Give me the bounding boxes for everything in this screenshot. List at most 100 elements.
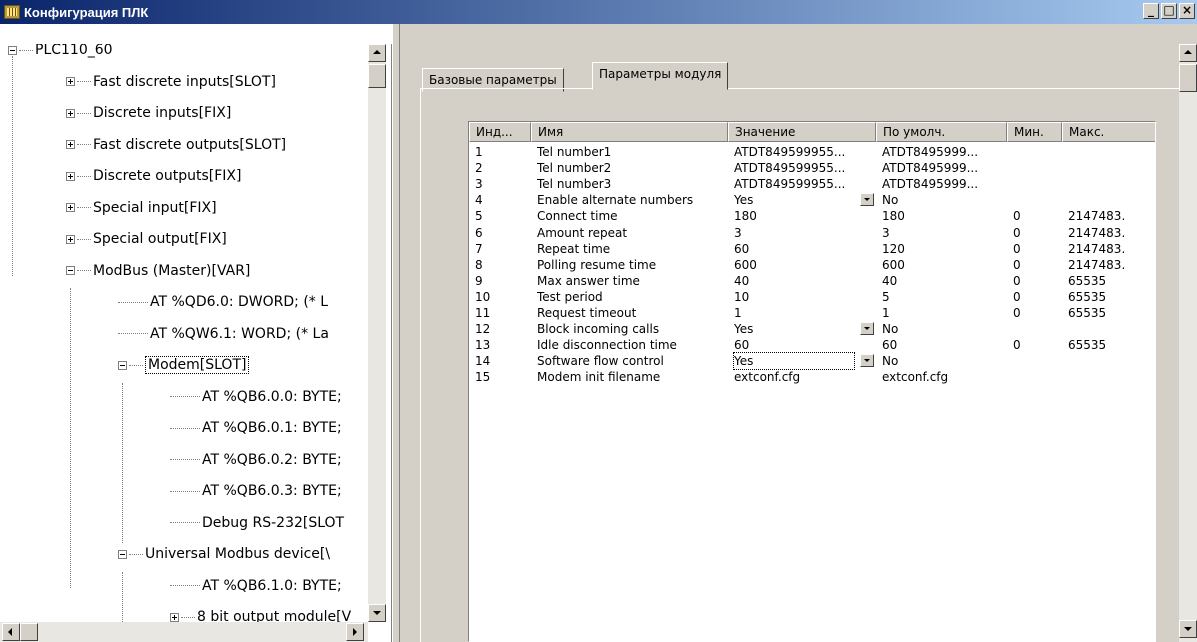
value-cell[interactable]: Yes (734, 321, 874, 337)
tree-node[interactable]: Discrete outputs[FIX] (66, 166, 241, 186)
tree-node[interactable]: AT %QB6.0.2: BYTE; (170, 450, 342, 470)
table-row[interactable]: 2 Tel number2 ATDT849599955... ATDT8495999.… (469, 160, 1155, 176)
column-name-header[interactable]: Имя (531, 122, 728, 142)
pane-splitter[interactable] (392, 24, 400, 642)
pane-scroll-thumb[interactable] (1179, 64, 1197, 92)
tree-node[interactable]: Universal Modbus device[\ (118, 544, 330, 564)
table-row[interactable]: 10 Test period 10 5 0 65535 (469, 289, 1155, 305)
tree-scroll-right-button[interactable] (346, 623, 364, 641)
expand-icon[interactable] (66, 77, 75, 86)
value-cell[interactable]: ATDT849599955... (734, 144, 874, 160)
column-max-header[interactable]: Макс. (1062, 122, 1155, 142)
tree-hscroll-thumb[interactable] (20, 623, 38, 641)
name-cell: Tel number2 (537, 161, 612, 176)
title-bar[interactable]: Конфигурация ПЛК _ □ × (0, 0, 1197, 24)
dropdown-arrow-icon[interactable] (860, 322, 874, 336)
table-row[interactable]: 3 Tel number3 ATDT849599955... ATDT8495999.… (469, 176, 1155, 192)
table-row[interactable]: 1 Tel number1 ATDT849599955... ATDT8495999.… (469, 144, 1155, 160)
default-cell: 180 (882, 209, 905, 224)
value-cell[interactable]: 1 (734, 305, 874, 321)
table-row[interactable]: 12 Block incoming calls Yes No (469, 321, 1155, 337)
window-title: Конфигурация ПЛК (24, 4, 149, 20)
tree-node[interactable]: Fast discrete outputs[SLOT] (66, 135, 286, 155)
value-cell[interactable]: 60 (734, 337, 874, 353)
collapse-icon[interactable] (8, 45, 17, 55)
expand-icon[interactable] (66, 203, 75, 212)
table-row[interactable]: 11 Request timeout 1 1 0 65535 (469, 305, 1155, 321)
pane-vertical-scrollbar[interactable] (1179, 44, 1197, 642)
collapse-icon[interactable] (66, 266, 75, 275)
column-min-header[interactable]: Мин. (1007, 122, 1062, 142)
tree-node[interactable]: Fast discrete inputs[SLOT] (66, 72, 276, 92)
table-row[interactable]: 9 Max answer time 40 40 0 65535 (469, 273, 1155, 289)
tree-node[interactable]: AT %QW6.1: WORD; (* La (118, 324, 329, 344)
expand-icon[interactable] (66, 234, 75, 244)
value-cell[interactable]: 600 (734, 257, 874, 273)
tree-connector (118, 333, 148, 334)
expand-icon[interactable] (66, 171, 75, 181)
plc-configuration-window: Конфигурация ПЛК _ □ × PLC110_60 Fast dis… (0, 0, 1197, 642)
default-cell: ATDT8495999... (882, 161, 979, 176)
table-row[interactable]: 4 Enable alternate numbers Yes No (469, 192, 1155, 208)
tree-horizontal-scrollbar[interactable] (0, 622, 368, 642)
tree-node[interactable]: AT %QB6.0.3: BYTE; (170, 481, 342, 501)
value-cell[interactable]: 10 (734, 289, 874, 305)
value-cell[interactable]: Yes (734, 192, 874, 208)
index-cell: 15 (475, 370, 491, 385)
tree-node-label: AT %QB6.0.3: BYTE; (202, 483, 342, 499)
column-value-header[interactable]: Значение (728, 122, 876, 142)
maximize-button[interactable]: □ (1161, 3, 1177, 19)
value-cell[interactable]: 3 (734, 225, 874, 241)
pane-scroll-down-button[interactable] (1179, 620, 1197, 638)
tree-node[interactable]: Special input[FIX] (66, 198, 217, 218)
value-cell[interactable]: 180 (734, 208, 874, 224)
index-cell: 2 (475, 161, 483, 176)
tree-node[interactable]: AT %QD6.0: DWORD; (* L (118, 292, 328, 312)
value-cell[interactable]: 60 (734, 241, 874, 257)
table-row[interactable]: 14 Software flow control Yes No (469, 352, 1155, 371)
table-row[interactable]: 6 Amount repeat 3 3 0 2147483. (469, 225, 1155, 241)
table-row[interactable]: 15 Modem init filename extconf.cfg extconf.… (469, 369, 1155, 385)
value-cell[interactable]: Yes (733, 352, 855, 371)
table-row[interactable]: 8 Polling resume time 600 600 0 2147483. (469, 257, 1155, 273)
tab-module-parameters[interactable]: Параметры модуля (592, 62, 729, 90)
parameters-grid[interactable]: Инд... Имя Значение По умолч. Мин. Макс. 1 Tel … (468, 121, 1156, 642)
tree-scroll-thumb[interactable] (368, 64, 386, 88)
tree-root-node[interactable]: PLC110_60 (8, 44, 113, 60)
tree-node[interactable]: AT %QB6.0.1: BYTE; (170, 418, 342, 438)
dropdown-arrow-icon[interactable] (860, 354, 874, 368)
tree-node[interactable]: AT %QB6.0.0: BYTE; (170, 387, 342, 407)
value-cell[interactable]: ATDT849599955... (734, 176, 874, 192)
pane-scroll-up-button[interactable] (1179, 44, 1197, 62)
value-cell[interactable]: extconf.cfg (734, 369, 874, 385)
tree-guide-line (70, 288, 71, 588)
tree-node-label: Discrete inputs[FIX] (93, 105, 232, 121)
table-row[interactable]: 5 Connect time 180 180 0 2147483. (469, 208, 1155, 224)
collapse-icon[interactable] (118, 360, 127, 370)
dropdown-arrow-icon[interactable] (860, 193, 874, 207)
table-row[interactable]: 7 Repeat time 60 120 0 2147483. (469, 241, 1155, 257)
tree-node-label: AT %QW6.1: WORD; (* La (150, 325, 329, 342)
tree-node[interactable]: Special output[FIX] (66, 229, 227, 249)
value-cell[interactable]: 40 (734, 273, 874, 289)
tree-node[interactable]: Modem[SLOT] (118, 355, 250, 375)
tree-node[interactable]: ModBus (Master)[VAR] (66, 261, 250, 281)
value-cell[interactable]: ATDT849599955... (734, 160, 874, 176)
column-index-header[interactable]: Инд... (469, 122, 531, 142)
tree-node[interactable]: Discrete inputs[FIX] (66, 103, 231, 123)
tree-node[interactable]: AT %QB6.1.0: BYTE; (170, 576, 342, 596)
tree-scroll-left-button[interactable] (2, 623, 20, 641)
expand-icon[interactable] (66, 108, 75, 118)
table-row[interactable]: 13 Idle disconnection time 60 60 0 65535 (469, 337, 1155, 353)
collapse-icon[interactable] (118, 549, 127, 559)
minimize-button[interactable]: _ (1143, 3, 1159, 19)
configuration-tree[interactable]: PLC110_60 Fast discrete inputs[SLOT] Discr… (0, 44, 392, 642)
expand-icon[interactable] (66, 140, 75, 149)
close-button[interactable]: × (1179, 3, 1195, 19)
expand-icon[interactable] (170, 612, 179, 622)
tree-scroll-down-button[interactable] (368, 604, 386, 622)
column-default-header[interactable]: По умолч. (876, 122, 1007, 142)
tree-vertical-scrollbar[interactable] (368, 44, 386, 622)
tree-scroll-up-button[interactable] (368, 44, 386, 62)
tree-node[interactable]: Debug RS-232[SLOT (170, 513, 344, 533)
